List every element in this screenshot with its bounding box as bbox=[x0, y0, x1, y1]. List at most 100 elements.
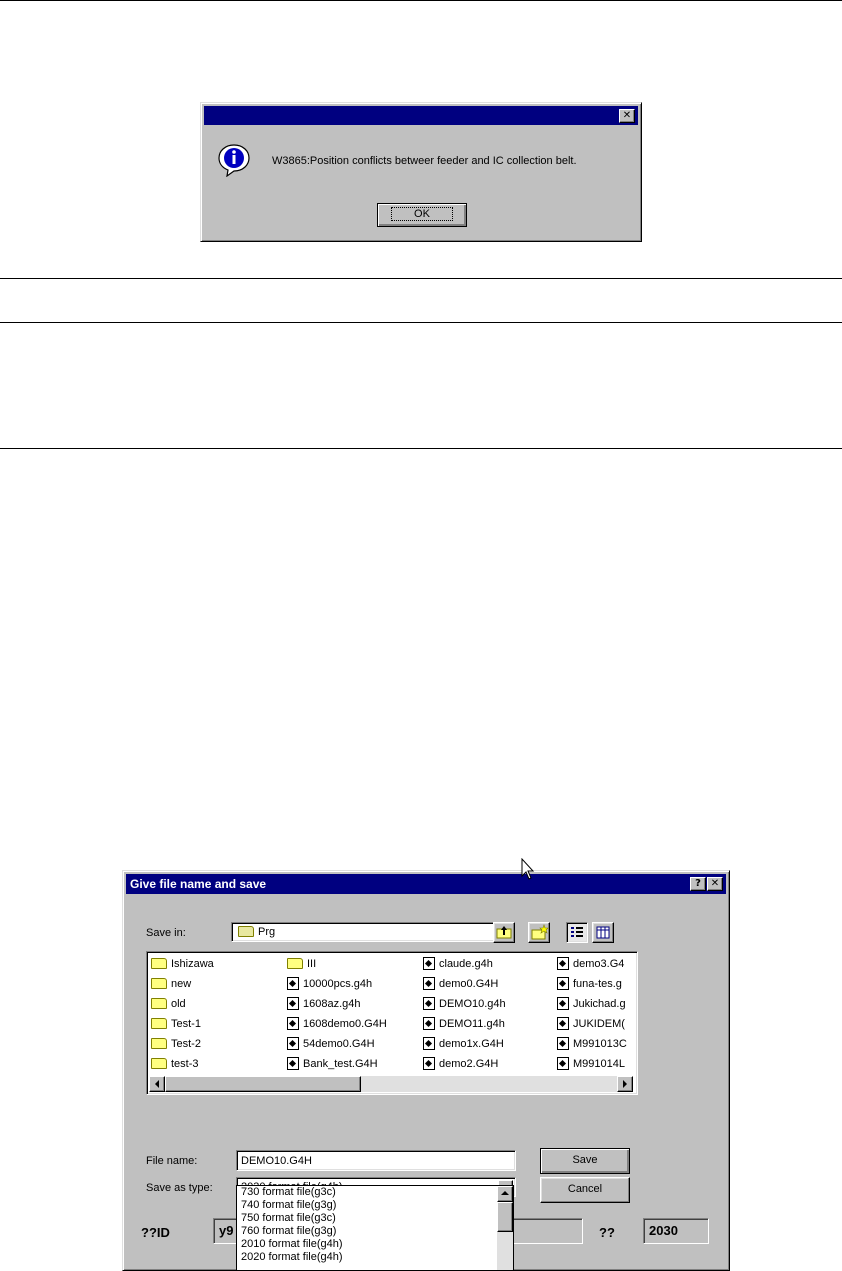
list-item[interactable]: demo2.G4H bbox=[423, 1056, 498, 1072]
list-item[interactable]: funa-tes.g bbox=[557, 976, 622, 992]
list-item[interactable]: 10000pcs.g4h bbox=[287, 976, 372, 992]
cancel-button[interactable]: Cancel bbox=[540, 1177, 630, 1203]
details-view-button[interactable] bbox=[592, 922, 614, 943]
list-item[interactable]: JUKIDEM( bbox=[557, 1016, 625, 1032]
new-folder-button[interactable] bbox=[528, 922, 550, 943]
list-item[interactable]: 54demo0.G4H bbox=[287, 1036, 375, 1052]
file-name-value: DEMO10.G4H bbox=[241, 1155, 312, 1167]
scroll-left-button[interactable] bbox=[149, 1076, 165, 1092]
file-item-label: demo3.G4 bbox=[573, 958, 625, 970]
id-value: y9 bbox=[219, 1223, 234, 1238]
list-item[interactable]: M991013C bbox=[557, 1036, 627, 1052]
list-item[interactable]: M991014L bbox=[557, 1056, 625, 1072]
warning-message-box: ✕ W3865:Position conflicts betweer feede… bbox=[200, 102, 642, 242]
chevron-up-icon bbox=[501, 1191, 509, 1195]
list-item[interactable]: demo0.G4H bbox=[423, 976, 498, 992]
file-icon bbox=[423, 1036, 435, 1050]
file-item-label: old bbox=[171, 998, 186, 1010]
dropdown-option[interactable]: 2010 format file(g4h) bbox=[241, 1238, 343, 1250]
help-button[interactable]: ? bbox=[690, 877, 706, 891]
chevron-left-icon bbox=[155, 1080, 159, 1088]
horizontal-scrollbar[interactable] bbox=[149, 1076, 633, 1092]
file-item-label: Test-1 bbox=[171, 1018, 201, 1030]
dropdown-option[interactable]: 750 format file(g3c) bbox=[241, 1212, 336, 1224]
close-button[interactable]: ✕ bbox=[707, 877, 723, 891]
save-in-combo[interactable]: Prg bbox=[231, 922, 511, 942]
list-item[interactable]: test-3 bbox=[151, 1056, 199, 1072]
id-label: ??ID bbox=[141, 1225, 170, 1240]
list-item[interactable]: DEMO10.g4h bbox=[423, 996, 506, 1012]
file-list[interactable]: Ishizawa new old Test-1 Test-2 test-3 II… bbox=[146, 951, 638, 1095]
up-folder-button[interactable] bbox=[493, 922, 515, 943]
file-icon bbox=[557, 956, 569, 970]
list-item[interactable]: old bbox=[151, 996, 186, 1012]
list-item[interactable]: Ishizawa bbox=[151, 956, 214, 972]
close-icon: ✕ bbox=[710, 878, 720, 889]
page-rule bbox=[0, 448, 842, 449]
file-item-label: 10000pcs.g4h bbox=[303, 978, 373, 990]
file-item-label: Bank_test.G4H bbox=[303, 1058, 378, 1070]
file-name-input[interactable]: DEMO10.G4H bbox=[236, 1150, 516, 1171]
list-item[interactable]: DEMO11.g4h bbox=[423, 1016, 505, 1032]
save-file-dialog: Give file name and save ? ✕ Save in: Prg bbox=[122, 870, 730, 1271]
message-box-titlebar: ✕ bbox=[204, 106, 638, 125]
file-icon bbox=[557, 1036, 569, 1050]
file-item-label: Test-2 bbox=[171, 1038, 201, 1050]
folder-icon bbox=[151, 1017, 167, 1029]
mouse-pointer-icon bbox=[521, 858, 535, 880]
dropdown-option[interactable]: 760 format file(g3g) bbox=[241, 1225, 336, 1237]
file-icon bbox=[557, 996, 569, 1010]
save-as-type-dropdown-list[interactable]: 730 format file(g3c) 740 format file(g3g… bbox=[236, 1185, 514, 1270]
scroll-up-button[interactable] bbox=[497, 1186, 513, 1202]
file-icon bbox=[423, 1016, 435, 1030]
save-as-type-label: Save as type: bbox=[146, 1182, 213, 1194]
model-value: 2030 bbox=[649, 1223, 678, 1238]
file-icon bbox=[287, 976, 299, 990]
file-item-label: claude.g4h bbox=[439, 958, 493, 970]
list-item[interactable]: Test-1 bbox=[151, 1016, 201, 1032]
ok-button[interactable]: OK bbox=[377, 203, 467, 227]
list-item[interactable]: Jukichad.g bbox=[557, 996, 626, 1012]
file-icon bbox=[557, 1056, 569, 1070]
page-rule bbox=[0, 322, 842, 323]
info-icon bbox=[218, 144, 250, 177]
list-item[interactable]: claude.g4h bbox=[423, 956, 493, 972]
dropdown-option[interactable]: 2020 format file(g4h) bbox=[241, 1251, 343, 1263]
file-icon bbox=[287, 1036, 299, 1050]
list-item[interactable]: demo1x.G4H bbox=[423, 1036, 504, 1052]
save-button[interactable]: Save bbox=[540, 1148, 630, 1174]
chevron-right-icon bbox=[623, 1080, 627, 1088]
up-folder-icon bbox=[496, 926, 512, 939]
scroll-thumb[interactable] bbox=[165, 1076, 361, 1092]
file-icon bbox=[423, 976, 435, 990]
dropdown-option[interactable]: 730 format file(g3c) bbox=[241, 1186, 336, 1198]
list-item[interactable]: Bank_test.G4H bbox=[287, 1056, 378, 1072]
file-item-label: 54demo0.G4H bbox=[303, 1038, 375, 1050]
list-item[interactable]: Test-2 bbox=[151, 1036, 201, 1052]
file-item-label: funa-tes.g bbox=[573, 978, 622, 990]
list-item[interactable]: 1608az.g4h bbox=[287, 996, 361, 1012]
list-view-button[interactable] bbox=[566, 922, 588, 943]
file-item-label: test-3 bbox=[171, 1058, 199, 1070]
list-item[interactable]: demo3.G4 bbox=[557, 956, 624, 972]
file-item-label: 1608demo0.G4H bbox=[303, 1018, 387, 1030]
list-view-icon bbox=[571, 927, 583, 937]
list-item[interactable]: III bbox=[287, 956, 316, 972]
info-field bbox=[503, 1218, 583, 1244]
file-icon bbox=[557, 976, 569, 990]
file-item-label: DEMO11.g4h bbox=[439, 1018, 505, 1030]
dropdown-option[interactable]: 740 format file(g3g) bbox=[241, 1199, 336, 1211]
close-button[interactable]: ✕ bbox=[619, 109, 635, 123]
open-folder-icon bbox=[238, 925, 254, 937]
folder-icon bbox=[287, 957, 303, 969]
file-item-label: DEMO10.g4h bbox=[439, 998, 506, 1010]
vertical-scrollbar[interactable] bbox=[497, 1186, 513, 1270]
list-item[interactable]: new bbox=[151, 976, 191, 992]
file-icon bbox=[287, 1016, 299, 1030]
folder-icon bbox=[151, 977, 167, 989]
scroll-right-button[interactable] bbox=[617, 1076, 633, 1092]
list-item[interactable]: 1608demo0.G4H bbox=[287, 1016, 387, 1032]
scroll-thumb[interactable] bbox=[497, 1202, 513, 1232]
details-view-icon bbox=[596, 926, 610, 939]
dialog-titlebar: Give file name and save ? ✕ bbox=[126, 874, 726, 894]
